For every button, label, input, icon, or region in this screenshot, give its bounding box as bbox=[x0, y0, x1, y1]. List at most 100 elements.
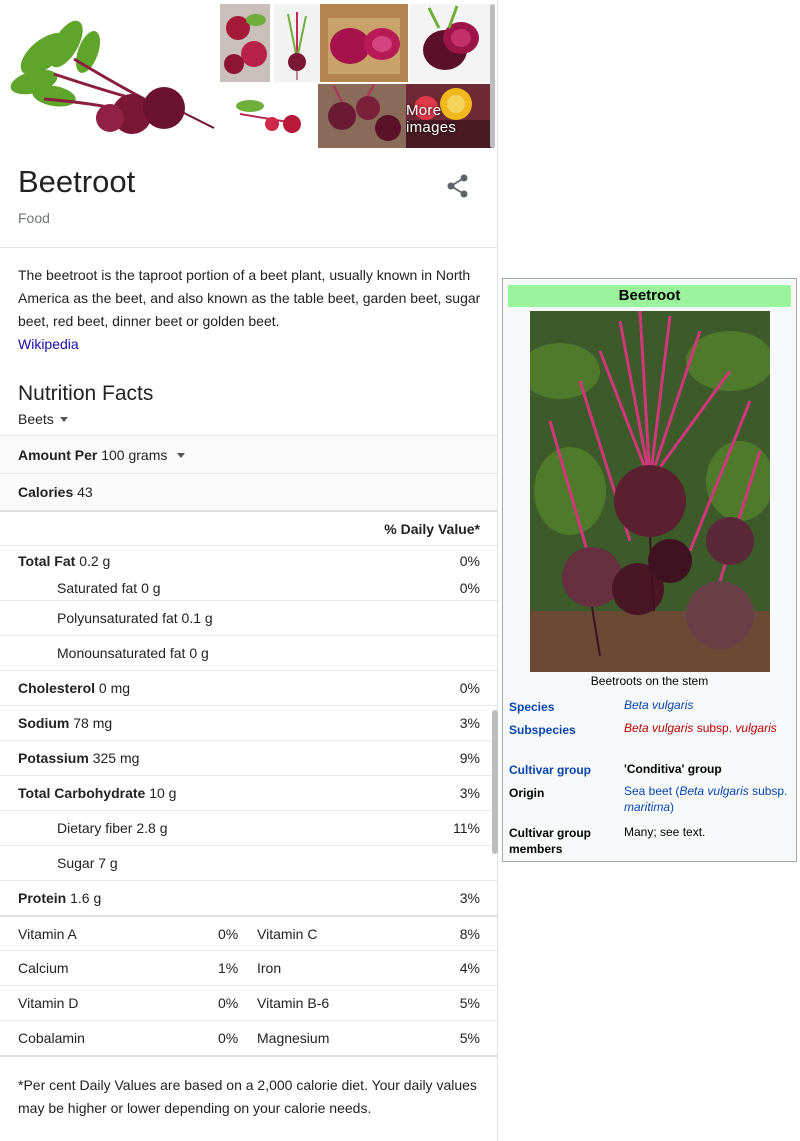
page-scrollbar[interactable] bbox=[492, 710, 498, 854]
nutrient-amount: 1.6 g bbox=[70, 890, 102, 906]
nutrient-label: Monounsaturated fat 0 g bbox=[57, 645, 209, 661]
vitamin-row: Calcium 1% Iron 4% bbox=[0, 950, 497, 985]
cultivar-group-value: 'Conditiva' group bbox=[624, 762, 722, 776]
page-title: Beetroot bbox=[18, 164, 136, 199]
chevron-down-icon bbox=[59, 416, 68, 422]
nutrient-daily-value: 3% bbox=[459, 890, 480, 906]
cultivar-members-value: Many; see text. bbox=[624, 825, 706, 839]
beet-thumbnail[interactable] bbox=[318, 84, 406, 148]
description-text: The beetroot is the taproot portion of a… bbox=[18, 267, 481, 329]
nutrient-daily-value: 0% bbox=[459, 680, 480, 696]
wikipedia-link[interactable]: Wikipedia bbox=[18, 336, 79, 352]
nutrient-label: Cholesterol 0 mg bbox=[18, 680, 130, 696]
subspecies-link-mid[interactable]: subsp. bbox=[693, 721, 735, 735]
food-dropdown[interactable]: Beets bbox=[18, 411, 68, 427]
beet-thumbnail[interactable] bbox=[220, 84, 316, 148]
nutrient-daily-value: 0% bbox=[459, 579, 480, 596]
more-images-label[interactable]: More images bbox=[406, 102, 488, 136]
cultivar-members-key: Cultivar group members bbox=[509, 826, 592, 856]
origin-link-end[interactable]: ) bbox=[670, 800, 674, 814]
divider bbox=[0, 1055, 497, 1057]
nutrient-daily-value: 11% bbox=[453, 820, 480, 836]
amount-value: 100 grams bbox=[101, 446, 168, 463]
amount-label: Amount Per 100 grams bbox=[18, 446, 186, 463]
nutrient-name: Protein bbox=[18, 890, 67, 906]
image-strip-scrollbar[interactable] bbox=[490, 4, 495, 148]
vitamin-daily-value: 1% bbox=[218, 960, 239, 976]
nutrient-row: Monounsaturated fat 0 g bbox=[0, 635, 497, 670]
nutrient-amount: 7 g bbox=[98, 855, 118, 871]
nutrient-label: Sugar 7 g bbox=[57, 855, 118, 871]
cultivar-group-key[interactable]: Cultivar group bbox=[509, 762, 591, 778]
nutrient-label: Potassium 325 mg bbox=[18, 750, 139, 766]
footnote: *Per cent Daily Values are based on a 2,… bbox=[18, 1077, 477, 1116]
vitamin-name: Vitamin B-6 bbox=[257, 995, 330, 1011]
species-link[interactable]: Beta vulgaris bbox=[624, 698, 693, 712]
nutrient-label: Protein 1.6 g bbox=[18, 890, 101, 906]
vitamin-name: Iron bbox=[257, 960, 282, 976]
nutrient-name: Total Fat bbox=[18, 552, 76, 569]
vitamin-name: Magnesium bbox=[257, 1030, 330, 1046]
nutrient-daily-value: 9% bbox=[459, 750, 480, 766]
vitamin-name: Vitamin A bbox=[18, 925, 77, 942]
beetroot-photo[interactable] bbox=[530, 311, 770, 672]
nutrient-amount: 2.8 g bbox=[136, 820, 168, 836]
origin-link[interactable]: Sea beet ( bbox=[624, 784, 679, 798]
origin-key: Origin bbox=[509, 786, 545, 800]
beet-thumbnail[interactable] bbox=[409, 4, 493, 82]
more-images-tile[interactable]: More images bbox=[406, 84, 494, 148]
nutrient-daily-value: 3% bbox=[459, 785, 480, 801]
entity-type: Food bbox=[18, 210, 50, 226]
nutrient-name: Potassium bbox=[18, 750, 89, 766]
amount-row[interactable]: Amount Per 100 grams bbox=[0, 435, 497, 473]
chevron-down-icon[interactable] bbox=[177, 453, 186, 459]
species-key[interactable]: Species bbox=[509, 699, 554, 715]
species-value: Beta vulgaris bbox=[624, 697, 792, 713]
nutrient-row: Sugar 7 g bbox=[0, 845, 497, 880]
infobox-title: Beetroot bbox=[508, 285, 791, 307]
nutrient-amount: 0 g bbox=[141, 579, 161, 596]
nutrient-amount: 0.2 g bbox=[79, 552, 111, 569]
nutrient-amount: 325 mg bbox=[92, 750, 140, 766]
image-strip[interactable]: More images bbox=[4, 4, 498, 152]
origin-link-subspecies[interactable]: maritima bbox=[624, 800, 670, 814]
nutrient-amount: 0 g bbox=[189, 645, 209, 661]
nutrient-label: Polyunsaturated fat 0.1 g bbox=[57, 610, 213, 626]
vitamin-daily-value: 0% bbox=[218, 925, 239, 942]
vitamin-row: Vitamin D 0% Vitamin B-6 5% bbox=[0, 985, 497, 1020]
vitamin-row: Vitamin A 0% Vitamin C 8% bbox=[0, 915, 497, 950]
food-dropdown-value: Beets bbox=[18, 411, 54, 427]
nutrient-label: Dietary fiber 2.8 g bbox=[57, 820, 168, 836]
origin-link-species[interactable]: Beta vulgaris bbox=[679, 784, 748, 798]
nutrient-row: Dietary fiber 2.8 g 11% bbox=[0, 810, 497, 845]
origin-link-mid[interactable]: subsp. bbox=[749, 784, 787, 798]
subspecies-link-end[interactable]: vulgaris bbox=[735, 721, 776, 735]
calories-label: Calories bbox=[18, 484, 74, 500]
nutrient-row: Protein 1.6 g 3% bbox=[0, 880, 497, 915]
nutrition-facts-heading: Nutrition Facts bbox=[18, 382, 154, 405]
calories-value: 43 bbox=[77, 484, 93, 500]
subspecies-value: Beta vulgaris subsp. vulgaris bbox=[624, 720, 792, 736]
beet-thumbnail[interactable] bbox=[220, 4, 270, 82]
beet-thumbnail[interactable] bbox=[274, 4, 320, 82]
description: The beetroot is the taproot portion of a… bbox=[18, 264, 488, 356]
nutrient-name: Saturated fat bbox=[57, 579, 138, 596]
nutrient-name: Polyunsaturated fat bbox=[57, 610, 178, 626]
vitamin-daily-value: 8% bbox=[459, 925, 480, 942]
calories-row: Calories 43 bbox=[0, 473, 497, 510]
nutrient-amount: 78 mg bbox=[73, 715, 113, 731]
vitamin-name: Cobalamin bbox=[18, 1030, 85, 1046]
share-icon[interactable] bbox=[444, 172, 472, 200]
nutrient-name: Sugar bbox=[57, 855, 95, 871]
vitamin-name: Vitamin D bbox=[18, 995, 79, 1011]
subspecies-link[interactable]: Beta vulgaris bbox=[624, 721, 693, 735]
vitamin-name: Vitamin C bbox=[257, 925, 318, 942]
vitamin-daily-value: 5% bbox=[459, 995, 480, 1011]
beet-thumbnail[interactable] bbox=[320, 4, 408, 82]
subspecies-key[interactable]: Subspecies bbox=[509, 722, 576, 738]
beet-main-image[interactable] bbox=[4, 4, 216, 148]
nutrient-name: Cholesterol bbox=[18, 680, 96, 696]
nutrient-row: Cholesterol 0 mg 0% bbox=[0, 670, 497, 705]
vitamin-row: Cobalamin 0% Magnesium 5% bbox=[0, 1020, 497, 1055]
vitamin-daily-value: 0% bbox=[218, 1030, 239, 1046]
